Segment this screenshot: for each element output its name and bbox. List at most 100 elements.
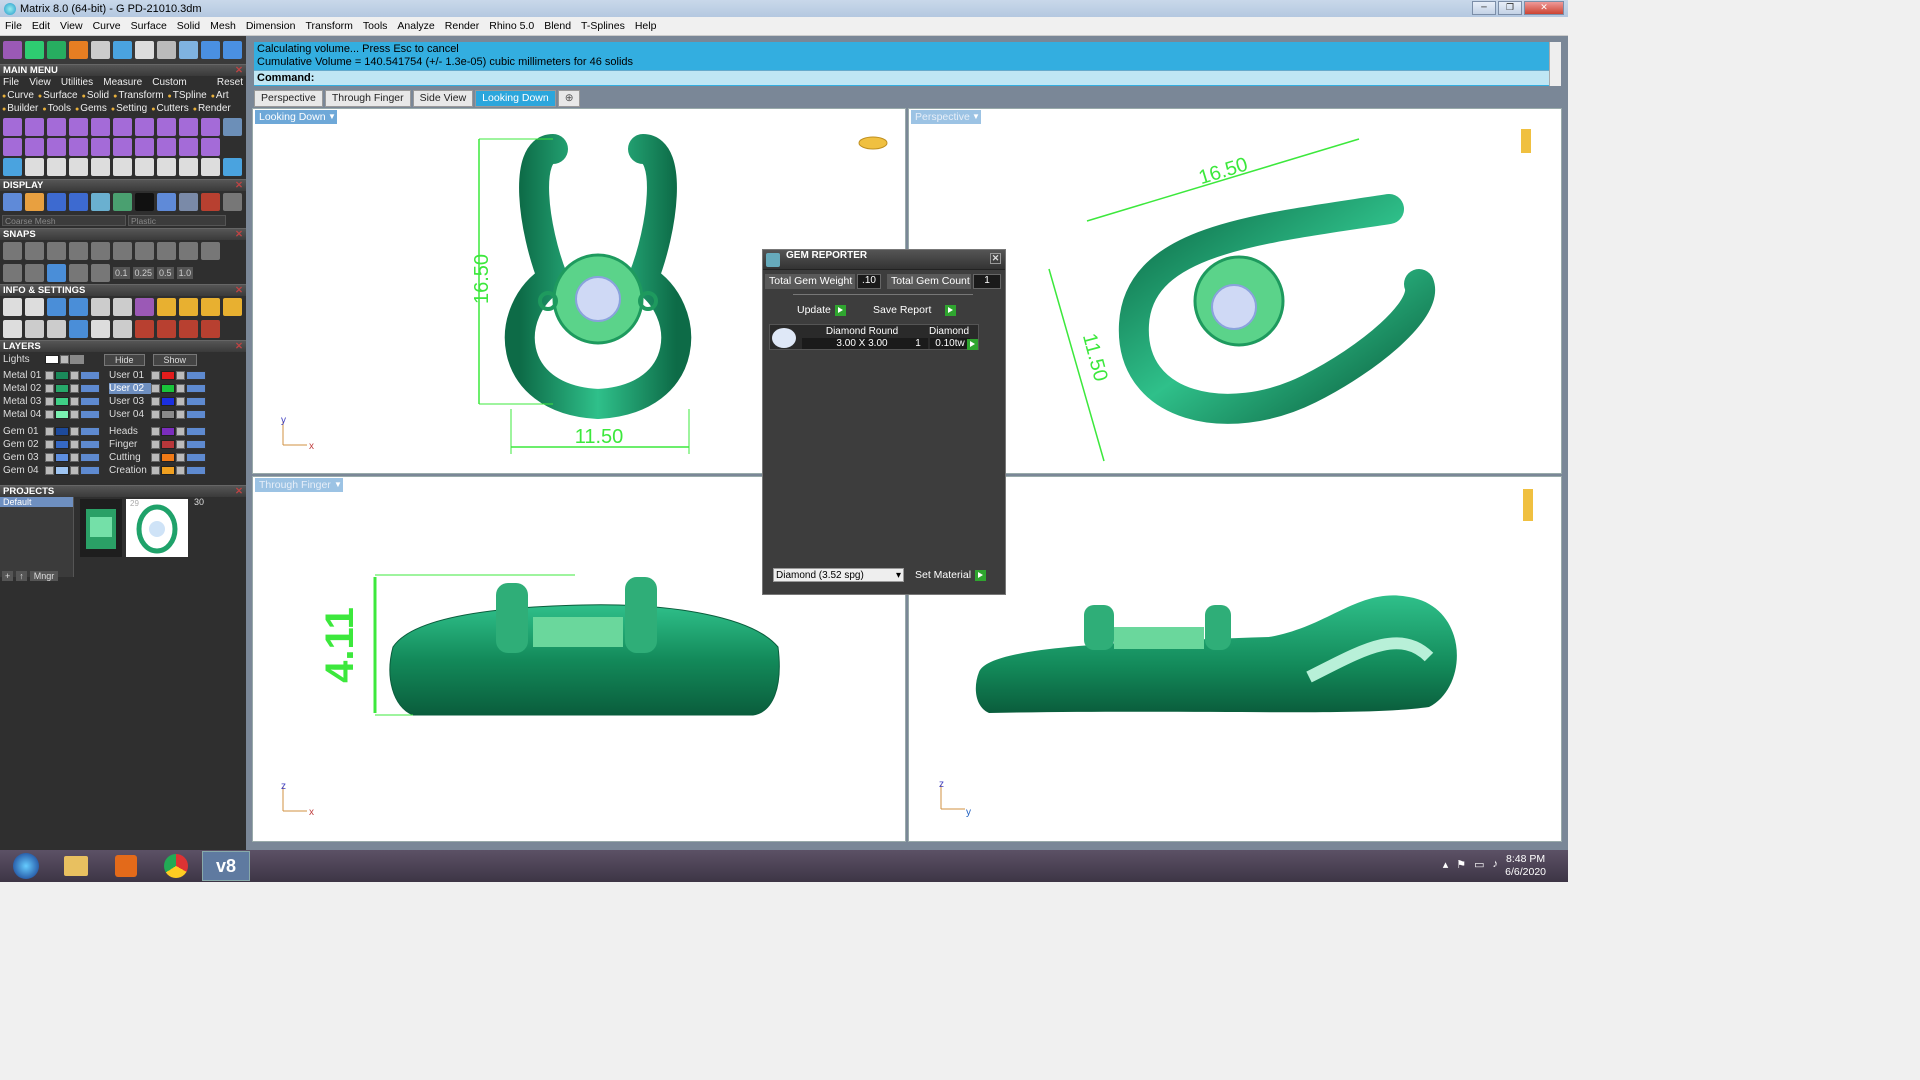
layer-visibility-toggle[interactable] <box>80 384 100 393</box>
layer-name[interactable]: User 01 <box>109 370 151 381</box>
info-tool-6-icon[interactable] <box>113 298 132 316</box>
material-dropdown[interactable]: Plastic <box>128 215 226 226</box>
shape-tool-3-icon[interactable] <box>47 118 66 136</box>
category-gems[interactable]: Gems <box>75 103 107 114</box>
solid-tool-3-icon[interactable] <box>47 138 66 156</box>
tab-perspective[interactable]: Perspective <box>254 90 323 107</box>
menu-transform[interactable]: Transform <box>300 20 357 32</box>
lock-icon[interactable] <box>176 427 185 436</box>
display-mode-5-icon[interactable] <box>91 193 110 211</box>
manager-button[interactable]: Mngr <box>29 571 59 581</box>
expand-arrow-icon[interactable] <box>45 453 54 462</box>
close-icon[interactable]: ✕ <box>990 253 1001 264</box>
category-solid[interactable]: Solid <box>82 90 109 101</box>
layer-color-swatch[interactable] <box>55 397 69 406</box>
main-menu-view[interactable]: View <box>29 77 51 88</box>
layer-color-swatch[interactable] <box>55 410 69 419</box>
solid-tool-7-icon[interactable] <box>135 138 154 156</box>
tab-side-view[interactable]: Side View <box>412 90 474 107</box>
setting-tool-1-icon[interactable] <box>3 320 22 338</box>
minimize-button[interactable]: ─ <box>1472 1 1496 15</box>
snap-mode-10-icon[interactable] <box>201 242 220 260</box>
pointer-icon[interactable] <box>157 41 176 59</box>
layer-name[interactable]: Gem 03 <box>3 452 45 463</box>
lock-icon[interactable] <box>176 440 185 449</box>
maximize-button[interactable]: ❐ <box>1498 1 1522 15</box>
set-material-button[interactable]: Set Material <box>915 568 987 582</box>
lock-icon[interactable] <box>176 410 185 419</box>
snap-mode-7-icon[interactable] <box>135 242 154 260</box>
category-render[interactable]: Render <box>193 103 231 114</box>
layer-name[interactable]: Cutting <box>109 452 151 463</box>
snap-value-0.1[interactable]: 0.1 <box>113 267 130 279</box>
expand-arrow-icon[interactable] <box>151 466 160 475</box>
lock-icon[interactable] <box>176 371 185 380</box>
solid-tool-10-icon[interactable] <box>201 138 220 156</box>
material-select[interactable]: Diamond (3.52 spg) ▾ <box>773 568 904 582</box>
expand-arrow-icon[interactable] <box>151 453 160 462</box>
transform-tool-8-icon[interactable] <box>157 158 176 176</box>
lock-icon[interactable] <box>176 466 185 475</box>
layer-color-swatch[interactable] <box>55 440 69 449</box>
lock-icon[interactable] <box>70 371 79 380</box>
lock-icon[interactable] <box>176 384 185 393</box>
snap-value-1.0[interactable]: 1.0 <box>176 267 194 279</box>
viewport-perspective[interactable]: Perspective ▼ 16.50 11.50 <box>908 108 1562 474</box>
layer-visibility-toggle[interactable] <box>186 440 206 449</box>
expand-arrow-icon[interactable] <box>45 427 54 436</box>
table-tool-icon[interactable] <box>47 41 66 59</box>
menu-edit[interactable]: Edit <box>27 20 55 32</box>
lock-icon[interactable] <box>70 384 79 393</box>
info-tool-10-icon[interactable] <box>201 298 220 316</box>
layer-visibility-toggle[interactable] <box>80 453 100 462</box>
transform-tool-7-icon[interactable] <box>135 158 154 176</box>
shape-tool-10-icon[interactable] <box>201 118 220 136</box>
transform-tool-10-icon[interactable] <box>201 158 220 176</box>
transform-tool-4-icon[interactable] <box>69 158 88 176</box>
layer-visibility-toggle[interactable] <box>80 371 100 380</box>
info-tool-3-icon[interactable] <box>47 298 66 316</box>
arrow-right-icon[interactable] <box>223 41 242 59</box>
category-curve[interactable]: Curve <box>2 90 34 101</box>
expand-arrow-icon[interactable] <box>45 384 54 393</box>
solid-tool-6-icon[interactable] <box>113 138 132 156</box>
close-icon[interactable]: ✕ <box>235 229 243 241</box>
shape-tool-8-icon[interactable] <box>157 118 176 136</box>
layer-name[interactable]: Metal 03 <box>3 396 45 407</box>
layer-visibility-toggle[interactable] <box>80 427 100 436</box>
media-player-taskbar-item[interactable] <box>102 851 150 881</box>
info-tool-11-icon[interactable] <box>223 298 242 316</box>
shape-tool-7-icon[interactable] <box>135 118 154 136</box>
layer-name[interactable]: User 03 <box>109 396 151 407</box>
solid-tool-2-icon[interactable] <box>25 138 44 156</box>
tab-through-finger[interactable]: Through Finger <box>324 90 411 107</box>
gumball-icon[interactable] <box>91 264 110 282</box>
close-icon[interactable]: ✕ <box>235 285 243 297</box>
category-surface[interactable]: Surface <box>38 90 77 101</box>
menu-tools[interactable]: Tools <box>358 20 393 32</box>
snap-mode-5-icon[interactable] <box>91 242 110 260</box>
up-project-button[interactable]: ↑ <box>16 571 27 581</box>
project-thumbnail-1[interactable] <box>80 499 122 557</box>
solid-tool-5-icon[interactable] <box>91 138 110 156</box>
command-input[interactable]: Command: <box>254 70 1554 85</box>
layer-visibility-toggle[interactable] <box>186 397 206 406</box>
close-icon[interactable]: ✕ <box>235 180 243 192</box>
lock-icon[interactable] <box>70 440 79 449</box>
display-mode-7-icon[interactable] <box>135 193 154 211</box>
arrow-left-icon[interactable] <box>201 41 220 59</box>
display-mode-6-icon[interactable] <box>113 193 132 211</box>
layer-name[interactable]: Metal 04 <box>3 409 45 420</box>
shape-tool-11-icon[interactable] <box>223 118 242 136</box>
layer-name[interactable]: Gem 02 <box>3 439 45 450</box>
info-tool-7-icon[interactable] <box>135 298 154 316</box>
layer-visibility-toggle[interactable] <box>186 427 206 436</box>
cube-tool-icon[interactable] <box>3 41 22 59</box>
layer-name[interactable]: Heads <box>109 426 151 437</box>
hide-button[interactable]: Hide <box>104 353 145 366</box>
snap-mode-3-icon[interactable] <box>47 242 66 260</box>
folder-open-icon[interactable] <box>179 41 198 59</box>
lock-icon[interactable] <box>70 427 79 436</box>
category-tools[interactable]: Tools <box>42 103 71 114</box>
shape-tool-9-icon[interactable] <box>179 118 198 136</box>
